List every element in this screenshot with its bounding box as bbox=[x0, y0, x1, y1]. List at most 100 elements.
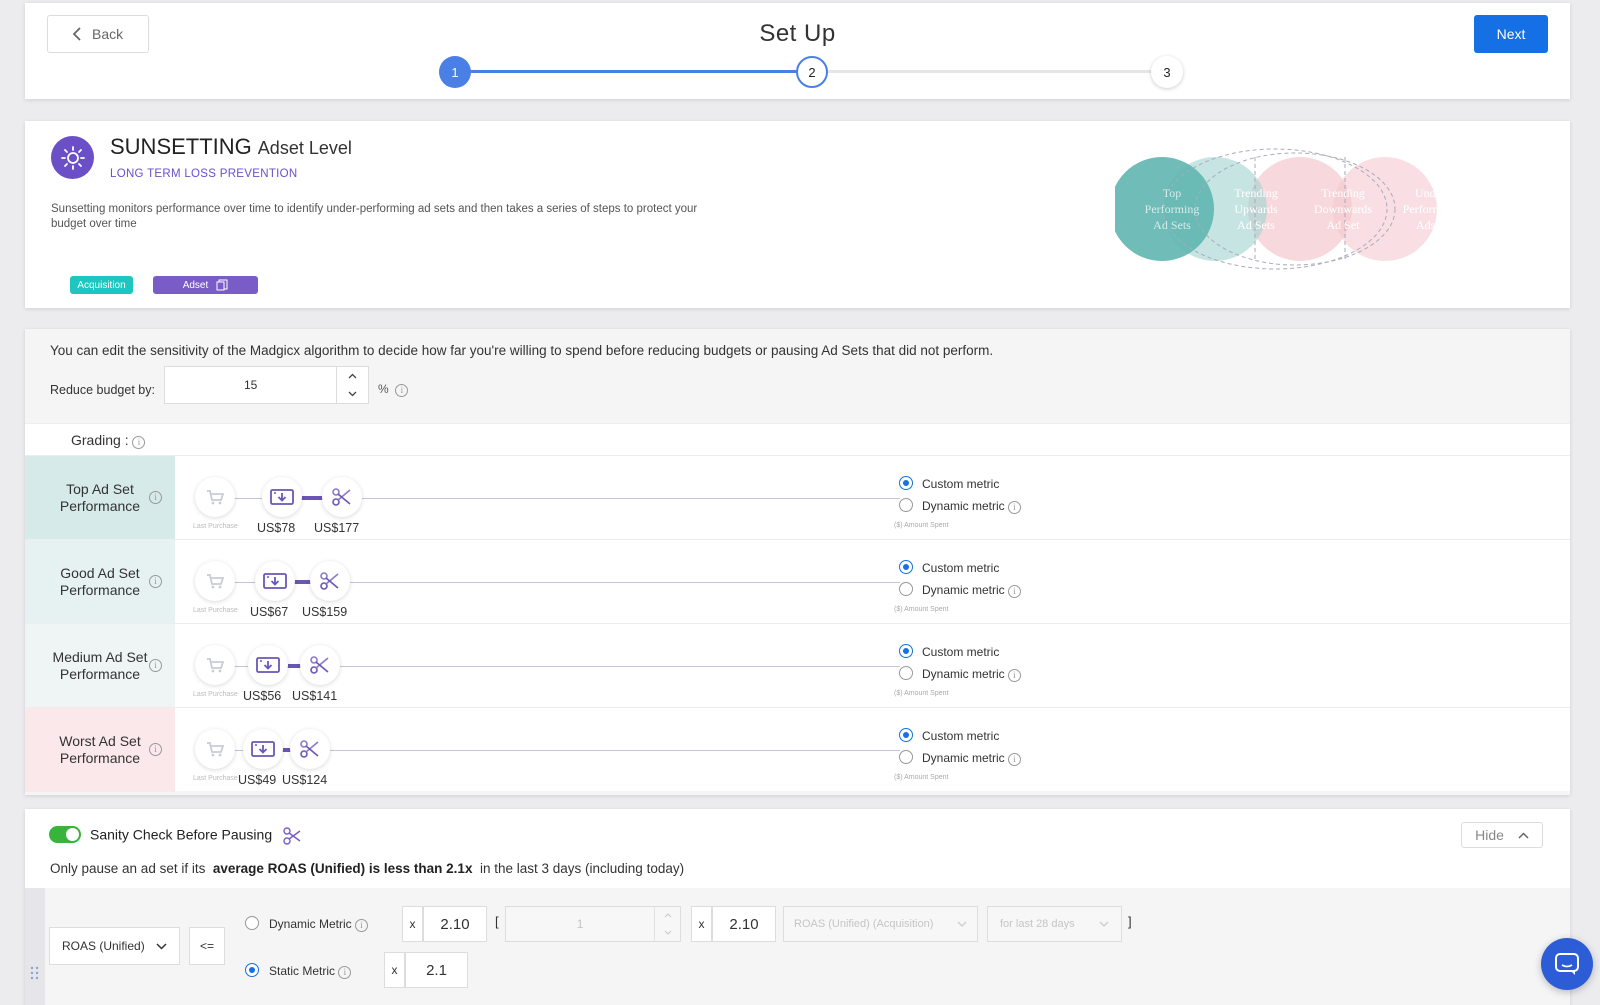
scissors-icon bbox=[283, 827, 301, 845]
strategy-description: Sunsetting monitors performance over tim… bbox=[51, 203, 698, 230]
reduce-budget-stepper[interactable]: 15 bbox=[164, 366, 369, 404]
chevron-down-icon[interactable] bbox=[664, 930, 672, 935]
open-bracket: [ bbox=[495, 914, 499, 929]
info-icon[interactable]: i bbox=[149, 743, 162, 756]
info-icon[interactable]: i bbox=[1008, 501, 1022, 514]
custom-metric-radio[interactable] bbox=[899, 560, 913, 574]
venn-label-top-3: Ad Sets bbox=[1153, 218, 1191, 232]
metric-select[interactable]: ROAS (Unified) bbox=[49, 927, 180, 965]
custom-metric-radio[interactable] bbox=[899, 476, 913, 490]
dynamic-metric-radio[interactable] bbox=[899, 498, 913, 512]
chat-button[interactable] bbox=[1541, 938, 1593, 990]
reduce-budget-input[interactable]: 15 bbox=[165, 367, 336, 403]
reduce-budget-icon[interactable] bbox=[255, 561, 295, 601]
grade-label-line-1: Good Ad Set bbox=[60, 565, 140, 581]
cart-icon bbox=[195, 477, 235, 517]
strategy-subtitle: LONG TERM LOSS PREVENTION bbox=[110, 168, 298, 180]
reduce-threshold[interactable]: US$67 bbox=[250, 605, 288, 619]
step-1[interactable]: 1 bbox=[439, 56, 471, 88]
static-value-input[interactable]: 2.1 bbox=[405, 952, 468, 988]
dynamic-multiplier-input[interactable]: 2.10 bbox=[423, 906, 487, 942]
stepper-progress-line bbox=[455, 70, 812, 73]
scissors-icon[interactable] bbox=[322, 477, 362, 517]
custom-metric-label: Custom metric bbox=[922, 561, 1000, 575]
grade-label-line-2: Performance bbox=[59, 666, 141, 682]
stepper-remaining-line bbox=[812, 70, 1165, 73]
static-mult-sign: x bbox=[384, 952, 405, 988]
dynamic-metric-label: Dynamic metric i bbox=[922, 499, 1022, 514]
dynamic-mult-sign: x bbox=[402, 906, 423, 942]
dynamic-days-stepper[interactable]: 1 bbox=[505, 906, 681, 942]
reduce-threshold[interactable]: US$49 bbox=[238, 773, 276, 787]
scissors-icon[interactable] bbox=[310, 561, 350, 601]
step-3[interactable]: 3 bbox=[1151, 56, 1183, 88]
grade-label-line-2: Performance bbox=[59, 750, 141, 766]
dynamic-period-select[interactable]: for last 28 days bbox=[987, 906, 1122, 942]
dynamic-metric-radio[interactable] bbox=[899, 666, 913, 680]
chevron-down-icon[interactable] bbox=[348, 391, 357, 397]
grade-label-line-2: Performance bbox=[59, 498, 141, 514]
amount-spent-label: ($) Amount Spent bbox=[894, 522, 949, 529]
grade-row: Good Ad Set Performance i Last Purchase US$6… bbox=[25, 539, 1570, 624]
info-icon[interactable]: i bbox=[149, 659, 162, 672]
dynamic-metric-select[interactable]: ROAS (Unified) (Acquisition) bbox=[783, 906, 978, 942]
info-icon[interactable]: i bbox=[395, 384, 409, 397]
chevron-up-icon[interactable] bbox=[664, 913, 672, 918]
dynamic-period-select-value: for last 28 days bbox=[1000, 918, 1075, 930]
info-icon[interactable]: i bbox=[355, 919, 369, 932]
custom-metric-radio[interactable] bbox=[899, 728, 913, 742]
reduce-budget-icon[interactable] bbox=[248, 645, 288, 685]
dynamic-metric-radio[interactable] bbox=[899, 750, 913, 764]
custom-metric-radio[interactable] bbox=[899, 644, 913, 658]
dynamic-metric-label: Dynamic metric i bbox=[922, 667, 1022, 682]
reduce-budget-spinner[interactable] bbox=[336, 367, 368, 403]
chevron-up-icon bbox=[1518, 831, 1529, 839]
dynamic-metric-radio[interactable] bbox=[245, 916, 259, 930]
hide-button[interactable]: Hide bbox=[1461, 822, 1543, 848]
reduce-threshold[interactable]: US$56 bbox=[243, 689, 281, 703]
amount-spent-label: ($) Amount Spent bbox=[894, 774, 949, 781]
dynamic-metric-label: Dynamic metric i bbox=[922, 751, 1022, 766]
custom-metric-label: Custom metric bbox=[922, 477, 1000, 491]
percent-label: % bbox=[378, 382, 389, 396]
drag-handle[interactable] bbox=[25, 888, 45, 1005]
last-purchase-label: Last Purchase bbox=[193, 691, 238, 698]
info-icon[interactable]: i bbox=[1008, 753, 1022, 766]
pause-threshold[interactable]: US$124 bbox=[282, 773, 327, 787]
dynamic-metric-radio[interactable] bbox=[899, 582, 913, 596]
dynamic-multiplier-input-2[interactable]: 2.10 bbox=[712, 906, 776, 942]
sanity-check-toggle[interactable] bbox=[49, 826, 81, 843]
tag-acquisition: Acquisition bbox=[70, 276, 133, 294]
info-icon[interactable]: i bbox=[338, 966, 352, 979]
last-purchase-label: Last Purchase bbox=[193, 607, 238, 614]
setup-header: Back Set Up Next 1 2 3 bbox=[25, 3, 1570, 99]
pause-threshold[interactable]: US$159 bbox=[302, 605, 347, 619]
info-icon[interactable]: i bbox=[1008, 585, 1022, 598]
scissors-icon[interactable] bbox=[290, 729, 330, 769]
sun-icon bbox=[51, 136, 94, 179]
reduce-threshold[interactable]: US$78 bbox=[257, 521, 295, 535]
drag-handle-icon[interactable] bbox=[30, 966, 40, 980]
desc-suffix: in the last 3 days (including today) bbox=[479, 861, 685, 876]
reduce-budget-icon[interactable] bbox=[243, 729, 283, 769]
amount-spent-label: ($) Amount Spent bbox=[894, 690, 949, 697]
strategy-level: Adset Level bbox=[257, 138, 352, 158]
info-icon[interactable]: i bbox=[132, 436, 146, 449]
info-icon[interactable]: i bbox=[1008, 669, 1022, 682]
next-button[interactable]: Next bbox=[1474, 15, 1548, 53]
pause-threshold[interactable]: US$177 bbox=[314, 521, 359, 535]
venn-label-downwards-1: Trending bbox=[1321, 186, 1365, 200]
static-metric-radio[interactable] bbox=[245, 963, 259, 977]
reduce-budget-icon[interactable] bbox=[262, 477, 302, 517]
dynamic-metric-label-text: Dynamic metric bbox=[922, 751, 1005, 765]
scissors-icon[interactable] bbox=[300, 645, 340, 685]
step-2[interactable]: 2 bbox=[796, 56, 828, 88]
chevron-down-icon bbox=[957, 921, 967, 927]
info-icon[interactable]: i bbox=[149, 491, 162, 504]
hide-label: Hide bbox=[1475, 827, 1504, 843]
chevron-up-icon[interactable] bbox=[348, 373, 357, 379]
tag-adset: Adset bbox=[153, 276, 258, 294]
operator-select[interactable]: <= bbox=[189, 927, 225, 965]
pause-threshold[interactable]: US$141 bbox=[292, 689, 337, 703]
info-icon[interactable]: i bbox=[149, 575, 162, 588]
